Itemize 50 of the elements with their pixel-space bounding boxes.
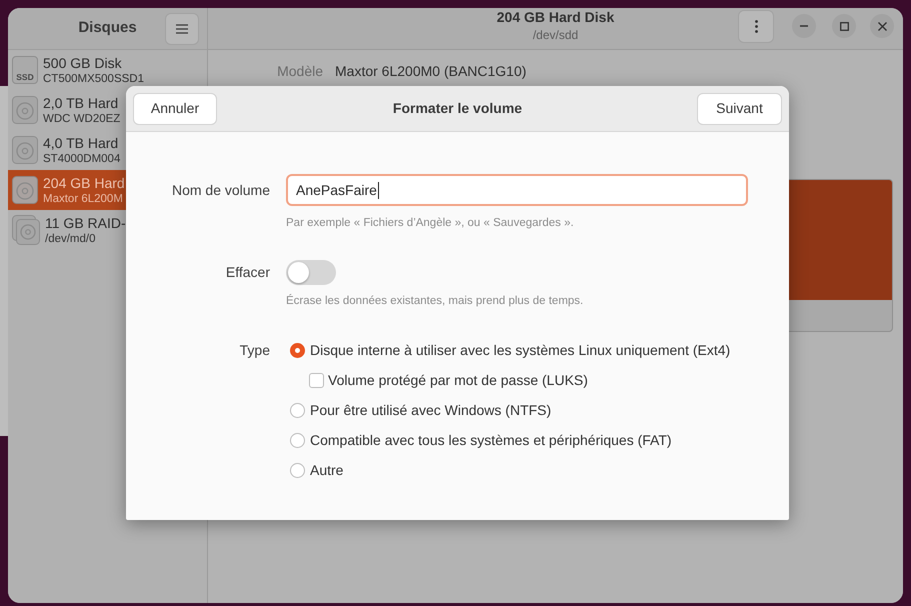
close-button[interactable] <box>870 14 894 38</box>
disk-list-item[interactable]: SSD 500 GB Disk CT500MX500SSD1 <box>8 50 207 90</box>
minimize-icon <box>800 25 808 27</box>
type-label: Type <box>240 340 270 360</box>
disk-name: 11 GB RAID- <box>45 214 126 232</box>
window-title: 204 GB Hard Disk <box>496 8 614 26</box>
kebab-menu-icon <box>754 20 758 32</box>
erase-label: Effacer <box>226 263 270 282</box>
disk-name: 2,0 TB Hard <box>43 94 120 112</box>
more-options-button[interactable] <box>738 10 774 42</box>
disk-model: ST4000DM004 <box>43 152 120 166</box>
maximize-icon <box>840 22 848 30</box>
type-option-label[interactable]: Autre <box>310 460 344 480</box>
volume-name-field[interactable]: AnePasFaire <box>286 174 748 206</box>
window-subtitle: /dev/sdd <box>532 27 578 43</box>
dialog-title: Formater le volume <box>392 99 522 118</box>
maximize-button[interactable] <box>832 14 856 38</box>
disk-model: WDC WD20EZ <box>43 112 120 126</box>
cancel-button[interactable]: Annuler <box>133 92 217 124</box>
disk-name: 500 GB Disk <box>43 54 123 72</box>
detail-label: Modèle <box>276 62 323 80</box>
radio-button[interactable] <box>290 432 305 448</box>
erase-hint: Écrase les données existantes, mais prend plus de temps. <box>286 293 584 309</box>
minimize-button[interactable] <box>792 14 816 38</box>
disk-model: Maxtor 6L200M <box>43 192 124 206</box>
radio-button[interactable] <box>290 342 305 358</box>
type-option-label[interactable]: Disque interne à utiliser avec les systèmes Linux uniquement (Ext4) <box>310 340 730 360</box>
checkbox-label[interactable]: Volume protégé par mot de passe (LUKS) <box>328 370 588 390</box>
close-icon <box>878 22 886 30</box>
stacked-disks-icon <box>12 215 40 245</box>
radio-button[interactable] <box>290 402 305 418</box>
text-cursor-icon <box>378 182 379 198</box>
disk-model: CT500MX500SSD1 <box>43 72 144 86</box>
checkbox[interactable] <box>309 372 324 388</box>
disk-name: 204 GB Hard <box>43 174 125 192</box>
type-option-label[interactable]: Compatible avec tous les systèmes et périphériques (FAT) <box>310 430 672 450</box>
ssd-label: SSD <box>16 72 34 82</box>
type-option-label[interactable]: Pour être utilisé avec Windows (NTFS) <box>310 400 552 420</box>
next-button[interactable]: Suivant <box>697 92 782 124</box>
detail-value: Maxtor 6L200M0 (BANC1G10) <box>335 62 528 80</box>
erase-switch[interactable] <box>286 260 336 285</box>
menu-icon <box>176 24 188 34</box>
disk-name: 4,0 TB Hard <box>43 134 120 152</box>
disk-list-item[interactable]: 4,0 TB Hard ST4000DM004 <box>8 130 207 170</box>
disk-list-item[interactable]: 11 GB RAID- /dev/md/0 <box>8 210 207 250</box>
volume-name-hint: Par exemple « Fichiers d’Angèle », ou « Sauvegardes ». <box>286 216 575 231</box>
sidebar-title: Disques <box>77 18 138 38</box>
disk-model: /dev/md/0 <box>45 232 96 246</box>
radio-button[interactable] <box>290 462 305 478</box>
menu-button[interactable] <box>165 12 199 44</box>
